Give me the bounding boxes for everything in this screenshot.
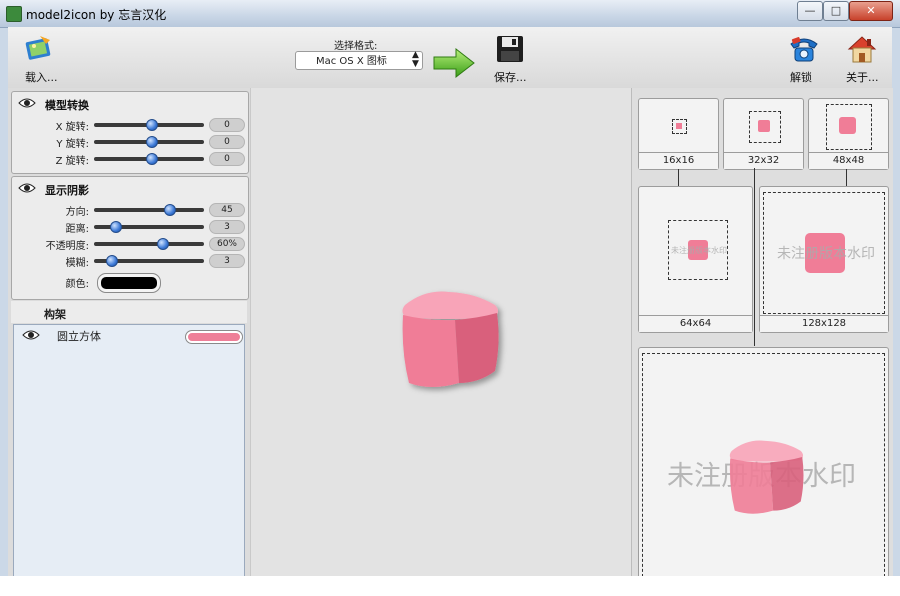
window-border-right: [892, 27, 900, 596]
updown-arrows-icon[interactable]: ▲ ▼: [412, 51, 419, 69]
frame-item-color[interactable]: [185, 330, 243, 344]
minimize-button[interactable]: —: [797, 1, 823, 21]
slider-thumb[interactable]: [146, 136, 158, 148]
floppy-disk-icon[interactable]: [495, 34, 525, 64]
preview-32[interactable]: 32x32: [723, 98, 804, 170]
frame-list[interactable]: 圆立方体: [13, 324, 245, 578]
preview-128[interactable]: 未注册版本水印 128x128: [759, 186, 889, 333]
slider-row: 距离: 3: [12, 220, 248, 235]
app-icon: [6, 6, 22, 22]
slider-label: Y 旋转:: [56, 139, 89, 150]
home-icon[interactable]: [846, 33, 878, 65]
eye-icon[interactable]: [18, 98, 36, 108]
frame-item-label: 圆立方体: [57, 330, 101, 343]
telephone-icon[interactable]: [788, 34, 820, 64]
preview-label: 32x32: [724, 152, 803, 169]
window-title: model2icon by 忘言汉化: [26, 8, 167, 22]
slider-thumb[interactable]: [157, 238, 169, 250]
slider-label: Z 旋转:: [55, 156, 89, 167]
slider-thumb[interactable]: [146, 119, 158, 131]
cube-thumbnail: [676, 123, 682, 129]
format-select[interactable]: Mac OS X 图标: [295, 51, 423, 70]
window-bottom: [0, 576, 900, 596]
slider-label: X 旋转:: [55, 122, 89, 133]
model-rotation-group: 模型转换 X 旋转: 0 Y 旋转: 0 Z 旋转: 0: [11, 91, 249, 174]
save-label[interactable]: 保存...: [494, 69, 527, 85]
preview-label: 16x16: [639, 152, 718, 169]
open-image-icon[interactable]: [24, 34, 54, 62]
preview-panel: 16x16 32x32 48x48 未注册版本水印 64x64 未注册版本水印 …: [631, 88, 893, 589]
model-rotation-title: 模型转换: [45, 99, 89, 112]
slider-value: 45: [209, 203, 245, 217]
toolbar: 载入... 选择格式: Mac OS X 图标 ▲ ▼ 保存... 解锁 关于..…: [8, 27, 892, 89]
unlock-label[interactable]: 解锁: [790, 69, 812, 85]
format-caption: 选择格式:: [334, 41, 378, 52]
preview-label: 48x48: [809, 152, 888, 169]
slider-thumb[interactable]: [146, 153, 158, 165]
slider-value: 0: [209, 152, 245, 166]
preview-label: 64x64: [639, 315, 752, 332]
cube-thumbnail: [839, 117, 856, 134]
preview-large[interactable]: 未注册版本水印: [638, 347, 889, 589]
slider-label: 不透明度:: [45, 241, 89, 252]
settings-panel: 模型转换 X 旋转: 0 Y 旋转: 0 Z 旋转: 0 显示阴影 颜色: 方向: 45 距离…: [8, 88, 250, 578]
slider-row: Y 旋转: 0: [12, 135, 248, 150]
open-label[interactable]: 载入...: [25, 69, 58, 85]
slider-label: 模糊:: [65, 258, 89, 269]
slider-row: 方向: 45: [12, 203, 248, 218]
frame-title: 构架: [44, 308, 66, 321]
window-border-left: [0, 27, 8, 596]
eye-icon[interactable]: [22, 330, 40, 340]
slider-value: 60%: [209, 237, 245, 251]
eye-icon[interactable]: [18, 183, 36, 193]
slider-value: 3: [209, 220, 245, 234]
shadow-color-swatch[interactable]: [97, 273, 161, 293]
shadow-group: 显示阴影 颜色: 方向: 45 距离: 3 不透明度: 60% 模糊: 3: [11, 176, 249, 300]
slider-row: Z 旋转: 0: [12, 152, 248, 167]
slider-row: 模糊: 3: [12, 254, 248, 269]
preview-64[interactable]: 未注册版本水印 64x64: [638, 186, 753, 333]
slider-thumb[interactable]: [106, 255, 118, 267]
rounded-cube-model[interactable]: [391, 283, 511, 403]
3d-viewport[interactable]: [250, 88, 631, 576]
slider-thumb[interactable]: [164, 204, 176, 216]
frame-header: 构架: [11, 301, 247, 323]
list-item[interactable]: 圆立方体: [14, 325, 244, 345]
slider-track[interactable]: [94, 242, 204, 246]
maximize-button[interactable]: □: [823, 1, 849, 21]
slider-value: 3: [209, 254, 245, 268]
watermark: 未注册版本水印: [777, 246, 875, 262]
slider-value: 0: [209, 118, 245, 132]
preview-label: 128x128: [760, 315, 888, 332]
convert-arrow-icon[interactable]: [432, 47, 476, 79]
watermark: 未注册版本水印: [671, 246, 727, 255]
slider-row: 不透明度: 60%: [12, 237, 248, 252]
close-button[interactable]: ✕: [849, 1, 893, 21]
slider-thumb[interactable]: [110, 221, 122, 233]
about-label[interactable]: 关于...: [846, 69, 879, 85]
cube-thumbnail: [729, 440, 804, 514]
preview-16[interactable]: 16x16: [638, 98, 719, 170]
preview-48[interactable]: 48x48: [808, 98, 889, 170]
slider-track[interactable]: [94, 208, 204, 212]
slider-label: 距离:: [65, 224, 89, 235]
title-bar[interactable]: model2icon by 忘言汉化 — □ ✕: [0, 0, 900, 28]
slider-row: X 旋转: 0: [12, 118, 248, 133]
shadow-title: 显示阴影: [45, 184, 89, 197]
color-label: 颜色:: [65, 279, 89, 290]
slider-value: 0: [209, 135, 245, 149]
cube-thumbnail: [758, 120, 770, 132]
slider-label: 方向:: [65, 207, 89, 218]
